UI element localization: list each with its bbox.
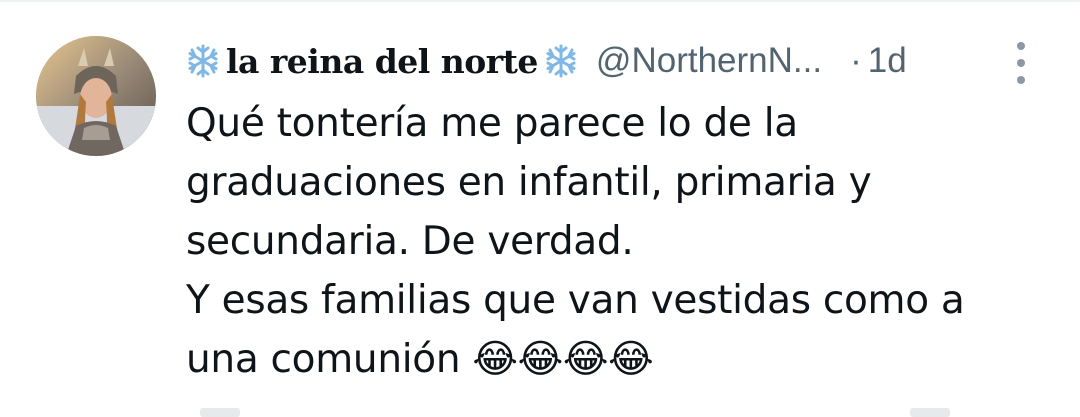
action-bar-partial xyxy=(190,408,1040,417)
more-options-icon[interactable] xyxy=(1011,42,1031,84)
snowflake-icon xyxy=(546,44,576,78)
user-handle[interactable]: @NorthernN... xyxy=(596,41,822,81)
dot xyxy=(1017,59,1025,67)
dot xyxy=(1017,76,1025,84)
divider xyxy=(0,0,1080,2)
timestamp[interactable]: · 1d xyxy=(850,41,907,81)
separator-dot: · xyxy=(850,41,862,80)
avatar[interactable] xyxy=(36,36,156,156)
tweet-header: la reina del norte @NorthernN... · 1d xyxy=(186,36,1046,86)
snowflake-icon xyxy=(188,44,218,78)
display-name[interactable]: la reina del norte xyxy=(226,42,538,81)
action-icon-partial xyxy=(910,408,950,417)
profile-photo xyxy=(36,36,156,156)
dot xyxy=(1017,42,1025,50)
tweet-text: Qué tontería me parece lo de la graduaci… xyxy=(186,101,965,382)
action-icon-partial xyxy=(200,408,240,417)
time-label: 1d xyxy=(867,41,907,80)
